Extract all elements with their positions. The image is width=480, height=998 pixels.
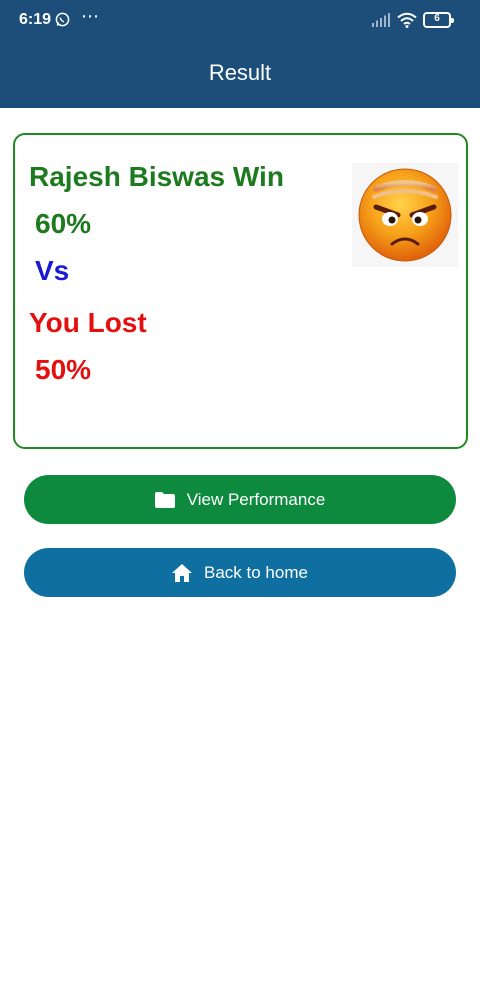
result-card: Rajesh Biswas Win 60% Vs You Lost 50%	[13, 133, 468, 449]
view-performance-button[interactable]: View Performance	[24, 475, 456, 524]
back-to-home-label: Back to home	[204, 562, 308, 582]
wifi-icon	[397, 12, 417, 28]
signal-icon	[372, 13, 390, 27]
view-performance-label: View Performance	[186, 489, 326, 509]
loser-percent: 50%	[35, 354, 92, 385]
back-to-home-button[interactable]: Back to home	[24, 548, 456, 597]
app-bar: 6:19 ⋯ 6 Result	[0, 0, 480, 108]
more-notifications-icon: ⋯	[81, 6, 100, 26]
battery-level: 6	[434, 13, 440, 24]
winner-text: Rajesh Biswas Win	[29, 161, 284, 192]
status-bar: 6:19 ⋯ 6	[0, 0, 480, 40]
winner-percent: 60%	[35, 208, 92, 239]
battery-icon: 6	[423, 12, 454, 28]
home-icon	[172, 563, 193, 582]
loser-text: You Lost	[29, 307, 147, 338]
folder-icon	[154, 491, 175, 508]
angry-face-icon	[352, 163, 458, 267]
vs-text: Vs	[35, 255, 70, 286]
page-title: Result	[208, 60, 272, 85]
whatsapp-icon	[55, 12, 70, 27]
status-time: 6:19	[19, 11, 52, 28]
